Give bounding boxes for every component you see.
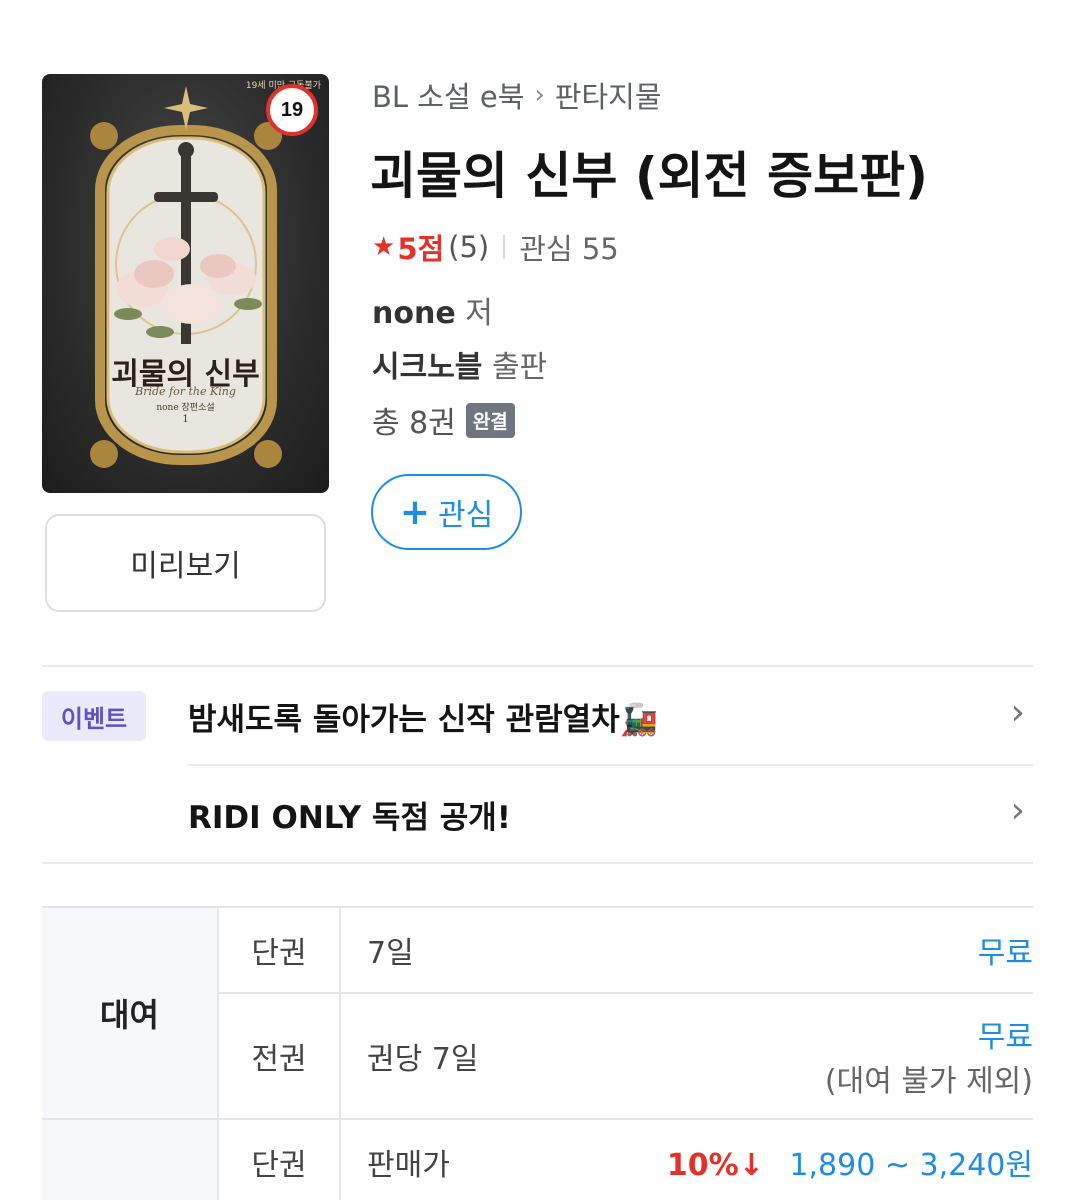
divider xyxy=(188,764,1033,766)
buy-label xyxy=(42,1119,218,1200)
rent-price: 무료 xyxy=(977,1020,1033,1055)
cover-subtitle: Bride for the King xyxy=(135,385,236,398)
volumes-line: 총 8권 완결 xyxy=(372,398,515,442)
table-row: 대여 단권 7일 무료 xyxy=(42,906,1033,1120)
rent-note: (대여 불가 제외) xyxy=(824,1064,1033,1099)
buy-type: 단권 xyxy=(217,1119,340,1200)
buy-price-cell: 10%↓ 1,890 ~ 3,240원 xyxy=(530,1119,1033,1200)
volume-count: 총 8권 xyxy=(372,406,456,441)
author-name[interactable]: none xyxy=(372,296,456,331)
cover-volume: 1 xyxy=(182,414,189,425)
breadcrumb: BL 소설 e북 › 판타지물 xyxy=(372,74,662,116)
chevron-right-icon[interactable]: › xyxy=(1011,790,1025,831)
publisher-line: 시크노블 출판 xyxy=(372,342,547,386)
divider xyxy=(42,862,1033,864)
status-badge: 완결 xyxy=(465,402,515,438)
rating-score[interactable]: 5점 xyxy=(397,226,444,268)
buy-price: 1,890 ~ 3,240원 xyxy=(789,1148,1033,1183)
divider xyxy=(503,235,506,259)
author-role: 저 xyxy=(465,296,493,331)
wishlist-button[interactable]: + 관심 xyxy=(371,474,522,550)
star-icon: ★ xyxy=(372,232,396,262)
cover-author: none 장편소설 xyxy=(156,403,215,413)
rating-row: ★ 5점 (5) 관심 55 xyxy=(372,226,619,268)
rent-period: 7일 xyxy=(338,906,531,994)
rent-price: 무료 xyxy=(530,906,1033,994)
event-item-2[interactable]: RIDI ONLY 독점 공개! xyxy=(188,792,511,837)
plus-icon: + xyxy=(399,491,430,533)
rent-label: 대여 xyxy=(42,906,218,1120)
author-line: none 저 xyxy=(372,288,493,332)
rent-period: 권당 7일 xyxy=(338,993,531,1120)
publisher-name[interactable]: 시크노블 xyxy=(372,350,482,385)
chevron-right-icon[interactable]: › xyxy=(1011,692,1025,733)
interest-count: 관심 55 xyxy=(519,232,619,266)
buy-period: 판매가 xyxy=(338,1119,531,1200)
chevron-right-icon: › xyxy=(534,80,545,110)
rating-count[interactable]: (5) xyxy=(448,230,489,264)
breadcrumb-category[interactable]: BL 소설 e북 xyxy=(372,74,524,116)
preview-button[interactable]: 미리보기 xyxy=(45,514,326,612)
breadcrumb-subcategory[interactable]: 판타지물 xyxy=(555,74,662,116)
cover-illustration xyxy=(90,86,282,468)
age-rating-badge: 19 xyxy=(266,84,318,136)
table-row: 단권 판매가 10%↓ 1,890 ~ 3,240원 xyxy=(42,1119,1033,1200)
event-item-1[interactable]: 밤새도록 돌아가는 신작 관람열차🚂 xyxy=(188,694,658,739)
wishlist-label: 관심 xyxy=(437,498,494,533)
divider xyxy=(42,665,1033,667)
rent-type: 전권 xyxy=(217,993,340,1120)
price-table: 대여 단권 7일 무료 전권 권당 7일 무료 (대여 불가 제외) 단권 판매… xyxy=(42,906,1033,1200)
event-tag: 이벤트 xyxy=(42,691,146,741)
rent-type: 단권 xyxy=(217,906,340,994)
book-cover[interactable]: 19세 미만 구독불가 괴물의 신부 Bride for the King no… xyxy=(42,74,329,493)
page-title: 괴물의 신부 (외전 증보판) xyxy=(370,147,928,205)
rent-price-cell: 무료 (대여 불가 제외) xyxy=(530,993,1033,1120)
publisher-role: 출판 xyxy=(491,350,548,385)
discount-rate: 10%↓ xyxy=(666,1148,764,1183)
